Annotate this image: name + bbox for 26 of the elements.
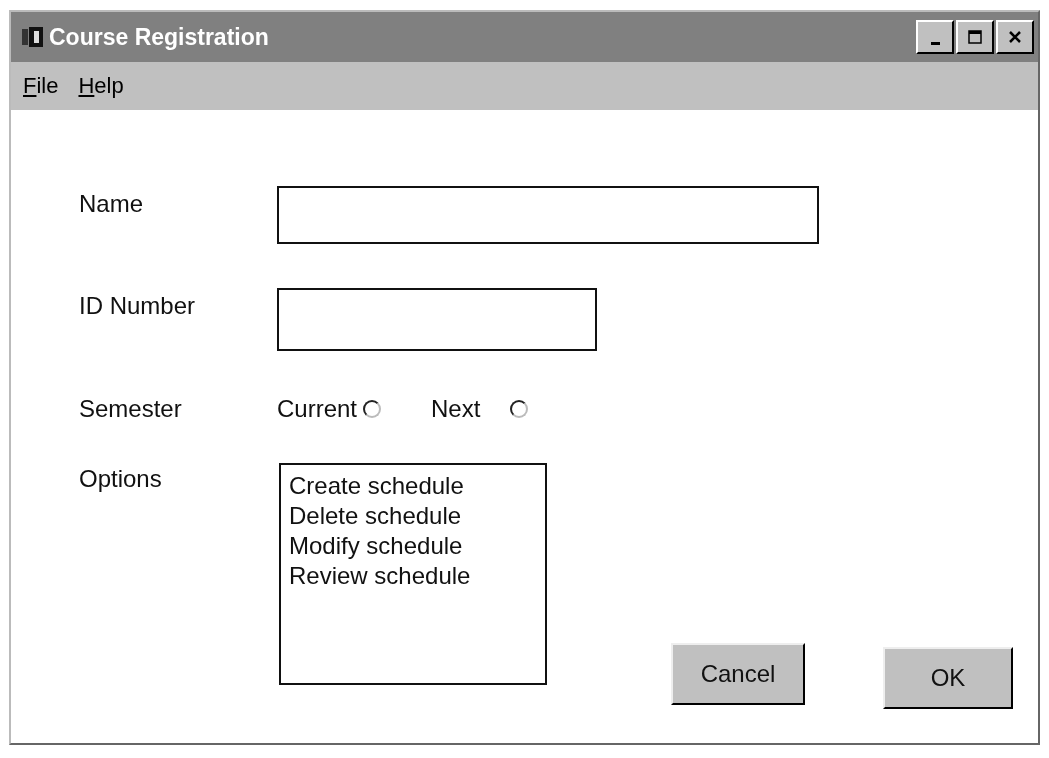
list-item[interactable]: Create schedule — [289, 471, 464, 501]
field-label: Name — [79, 190, 145, 219]
id-number-field[interactable] — [277, 288, 597, 351]
close-button[interactable] — [996, 20, 1034, 54]
menu-item[interactable]: File — [23, 73, 59, 99]
list-item[interactable]: Modify schedule — [289, 531, 463, 561]
name-field[interactable] — [277, 186, 819, 244]
field-label: Options — [79, 465, 163, 494]
radio-button[interactable] — [363, 400, 382, 418]
list-item[interactable]: Review schedule — [289, 561, 471, 591]
app-icon — [21, 26, 45, 48]
list-item[interactable]: Delete schedule — [289, 501, 462, 531]
minimize-button[interactable] — [916, 20, 954, 54]
field-label: Semester — [79, 395, 183, 423]
window-title: Course Registration — [49, 23, 269, 51]
menu-item[interactable]: Help — [78, 73, 124, 99]
maximize-icon — [967, 29, 983, 45]
radio-button[interactable] — [510, 400, 529, 418]
close-icon — [1007, 29, 1023, 45]
radio-label: Next — [431, 395, 481, 423]
maximize-button[interactable] — [956, 20, 994, 54]
minimize-icon — [930, 41, 940, 45]
ok-button[interactable]: OK — [883, 647, 1013, 709]
cancel-button[interactable]: Cancel — [671, 643, 805, 705]
field-label: ID Number — [79, 292, 197, 321]
radio-label: Current — [277, 395, 358, 423]
